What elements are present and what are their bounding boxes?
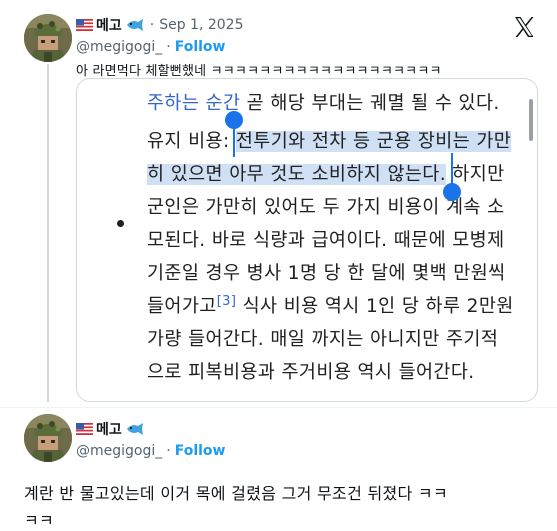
- wiki-line-7: 가량 들어간다. 매일 까지는 아니지만 주기적: [147, 329, 499, 350]
- selection-end-caret: [451, 153, 453, 187]
- selection-end-handle[interactable]: [443, 183, 461, 201]
- wiki-line-0: 주하는 순간 곧 해당 부대는 궤멸 될 수 있다.: [147, 93, 500, 114]
- reply-text-line2: ㅋㅋ: [24, 511, 55, 530]
- reply-text-line1: 계란 반 물고있는데 이거 목에 걸렸음 그거 무조건 뒤졌다 ㅋㅋ: [24, 484, 448, 503]
- selection-start-caret: [233, 123, 235, 157]
- wiki-line-6: 들어가고[3] 식사 비용 역시 1인 당 하루 2만원: [147, 293, 514, 317]
- author-handle[interactable]: @megigogi_: [76, 39, 162, 55]
- reply-header-line2: @megigogi_ · Follow: [76, 442, 225, 460]
- reply-divider: [0, 407, 557, 408]
- x-logo-button[interactable]: [512, 15, 538, 41]
- x-logo-icon: [515, 17, 534, 37]
- soldier-avatar-icon: [24, 414, 72, 462]
- reply-header-line1: 메고: [76, 419, 145, 439]
- selected-text: 히 있으면 아무 것도 소비하지 않는다.: [147, 164, 446, 185]
- reply-follow-button[interactable]: Follow: [175, 443, 226, 459]
- reply-author-handle[interactable]: @megigogi_: [76, 443, 162, 459]
- soldier-avatar-icon: [24, 14, 72, 62]
- reply-author-avatar[interactable]: [24, 414, 72, 462]
- wiki-link-text: 주하는 순간: [147, 93, 241, 114]
- reply-author-name[interactable]: 메고: [96, 419, 122, 439]
- list-bullet: [117, 220, 124, 227]
- attached-image[interactable]: 주하는 순간 곧 해당 부대는 궤멸 될 수 있다. 유지 비용: 전투기와 전…: [76, 78, 538, 402]
- wiki-line-8: 으로 피복비용과 주거비용 역시 들어간다.: [147, 362, 475, 383]
- post-date[interactable]: Sep 1, 2025: [159, 17, 243, 33]
- wiki-line-1: 유지 비용: 전투기와 전차 등 군용 장비는 가만: [147, 131, 512, 152]
- handle-separator: ·: [166, 39, 171, 55]
- us-flag-icon: [76, 423, 93, 435]
- follow-button[interactable]: Follow: [175, 39, 226, 55]
- separator-dot: ·: [149, 17, 155, 33]
- footnote-ref: [3]: [216, 293, 237, 309]
- scrollbar: [529, 99, 533, 141]
- fish-emoji-icon: [126, 19, 143, 31]
- handle-separator: ·: [166, 443, 171, 459]
- selected-text: 전투기와 전차 등 군용 장비는 가만: [235, 131, 512, 152]
- post-header-line2: @megigogi_ · Follow: [76, 38, 225, 56]
- wiki-line-5: 기준일 경우 병사 1명 당 한 달에 몇백 만원씩: [147, 263, 506, 284]
- author-avatar[interactable]: [24, 14, 72, 62]
- wiki-line-4: 모된다. 바로 식량과 급여이다. 때문에 모병제: [147, 230, 505, 251]
- post-text: 아 라면먹다 체할뻔했네 ㅋㅋㅋㅋㅋㅋㅋㅋㅋㅋㅋㅋㅋㅋㅋㅋㅋㅋㅋ: [76, 64, 442, 79]
- post-header-line1: 메고 · Sep 1, 2025: [76, 15, 244, 35]
- us-flag-icon: [76, 19, 93, 31]
- author-name[interactable]: 메고: [96, 15, 122, 35]
- fish-emoji-icon: [126, 423, 143, 435]
- thread-connector-line: [47, 64, 49, 402]
